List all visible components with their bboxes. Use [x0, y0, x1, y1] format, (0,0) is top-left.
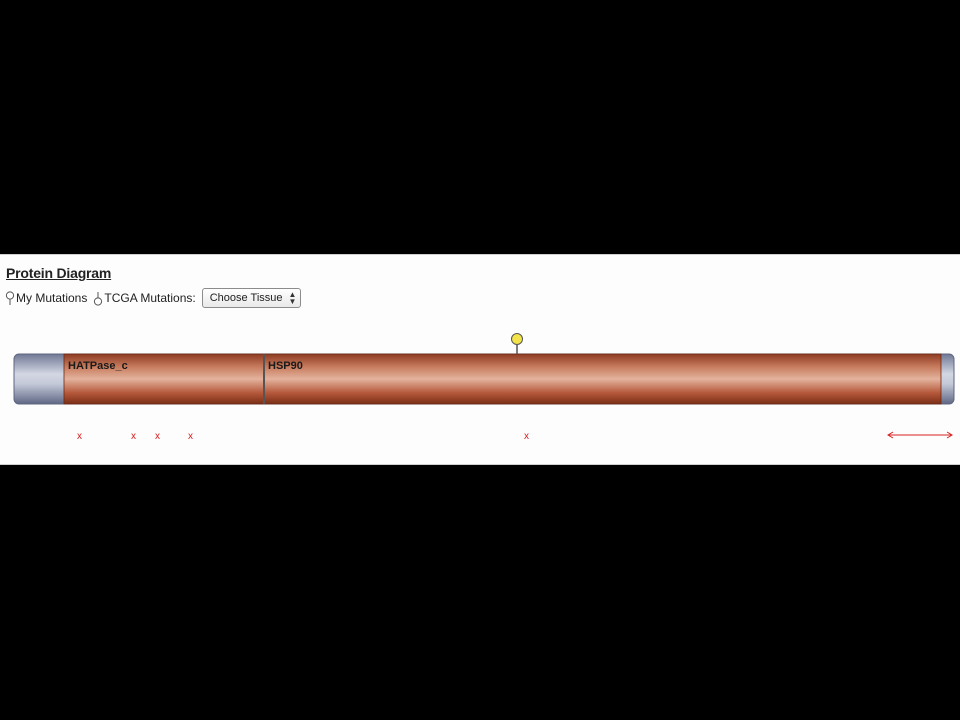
tcga-mutation-marker[interactable]: x — [77, 431, 82, 442]
domain-hsp90[interactable] — [263, 353, 942, 405]
select-arrows-icon: ▲ ▼ — [288, 290, 297, 306]
domain-label-hatpase-c: HATPase_c — [68, 360, 128, 372]
legend-row: My Mutations TCGA Mutations: Choose Tiss… — [5, 287, 302, 309]
legend-my-mutations: My Mutations — [5, 290, 88, 306]
my-mutations-label: My Mutations — [16, 291, 88, 305]
legend-tcga-mutations: TCGA Mutations: — [93, 291, 196, 306]
domain-label-hsp90: HSP90 — [268, 360, 303, 372]
scale-arrow-icon — [887, 431, 953, 439]
tissue-select-value: Choose Tissue — [209, 292, 283, 304]
tcga-mutation-marker[interactable]: x — [131, 431, 136, 442]
tcga-mutation-marker[interactable]: x — [524, 431, 529, 442]
my-mutation-marker[interactable] — [511, 333, 523, 345]
page-title: Protein Diagram — [6, 265, 112, 281]
tcga-mutation-marker[interactable]: x — [188, 431, 193, 442]
tcga-mutation-marker[interactable]: x — [155, 431, 160, 442]
protein-diagram-panel: Protein Diagram My Mutations TCGA Mutati… — [0, 254, 960, 465]
tissue-select[interactable]: Choose Tissue ▲ ▼ — [201, 288, 302, 308]
protein-track: HATPase_c HSP90 x x x x x — [13, 333, 955, 442]
tcga-mutations-label: TCGA Mutations: — [104, 291, 196, 305]
hollow-pin-icon — [94, 291, 103, 306]
filled-pin-icon — [5, 290, 15, 305]
